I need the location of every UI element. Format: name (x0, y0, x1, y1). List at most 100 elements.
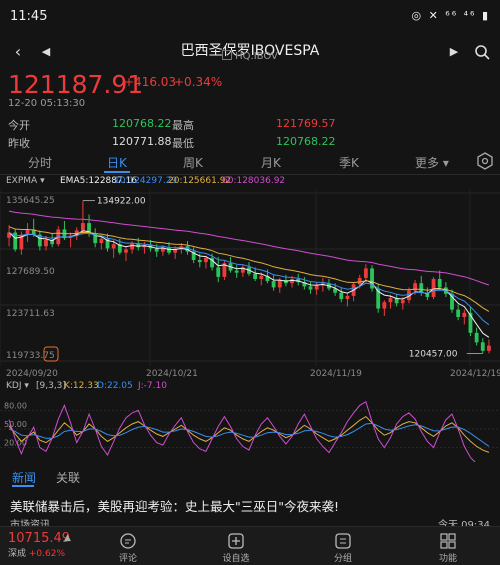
ema10-line (8, 232, 490, 326)
y-tick-label: 119733.75 (6, 351, 55, 361)
price-change-pct: +0.34% (174, 75, 223, 89)
settings-icon[interactable] (476, 152, 494, 170)
open-value: 120768.22 (112, 117, 172, 130)
status-bar: 11:45 ◎ ✕ ⁶⁶ ⁴⁶ ▮ (0, 0, 500, 34)
kdj-k-value: K:12.33 (64, 381, 99, 391)
max-price-label: 134922.00 (97, 197, 146, 207)
function-label: 功能 (438, 554, 457, 564)
candle-body (314, 285, 319, 290)
x-tick: 2024/10/21 (146, 369, 198, 379)
kdj-chart[interactable]: 80.00 50.00 20.00 (0, 394, 500, 467)
candle-body (234, 270, 239, 273)
y-tick-label: 123711.63 (6, 309, 55, 319)
period-tabs: 分时 日K 周K 月K 季K 更多 ▾ (0, 150, 500, 175)
candle-body (216, 267, 221, 277)
ticker-expand-icon[interactable]: ▲ (64, 533, 71, 543)
status-time: 11:45 (10, 9, 48, 24)
ticker-price: 10715.49 (8, 531, 71, 546)
tab-weekly[interactable]: 周K (183, 154, 203, 171)
kdj-tick-label: 80.00 (4, 401, 27, 410)
ticker-change: +0.62% (28, 549, 66, 559)
candle-body (388, 298, 393, 303)
bottom-bar: 10715.49 深成 +0.62% ▲ 评论 设自选 分组 功能 (0, 526, 500, 565)
last-price: 121187.91 (8, 70, 144, 99)
candle-body (339, 292, 344, 300)
x-tick: 2024/09/20 (6, 369, 58, 379)
indicator-name[interactable]: EXPMA ▾ (6, 176, 45, 186)
candle-body (204, 257, 208, 263)
candle-body (154, 248, 159, 252)
candle-body (480, 342, 485, 351)
kdj-name[interactable]: KDJ ▾ (6, 381, 29, 391)
tab-intraday[interactable]: 分时 (28, 154, 52, 171)
candle-body (130, 243, 135, 250)
low-label: 最低 (172, 137, 194, 150)
candle-body (111, 244, 116, 249)
news-tab-indicator (12, 485, 34, 487)
kdj-tick-label: 50.00 (4, 420, 27, 429)
candle-body (290, 279, 294, 284)
function-button[interactable]: 功能 (418, 532, 478, 564)
candle-body (382, 302, 387, 309)
candle-body (80, 223, 85, 231)
candle-body (99, 238, 104, 244)
candle-body (259, 275, 264, 280)
add-icon (228, 533, 244, 549)
x-tick: 2024/12/19 (450, 369, 500, 379)
group-label: 分组 (333, 554, 352, 564)
y-tick-label: 135645.25 (6, 196, 55, 206)
candle-body (44, 239, 48, 247)
add-watchlist-button[interactable]: 设自选 (206, 532, 266, 564)
candle-body (474, 332, 479, 343)
candlestick-chart[interactable]: 135645.25 127689.50 123711.63 119733.75 1349… (0, 189, 500, 366)
comment-icon (120, 533, 136, 549)
x-tick: 2024/11/19 (310, 369, 362, 379)
status-icons: ◎ ✕ ⁶⁶ ⁴⁶ ▮ (411, 9, 490, 22)
ema-legend: EXPMA ▾ EMA5:122887.16 10:124297.29 20:1… (0, 175, 500, 189)
tab-daily[interactable]: 日K (107, 154, 127, 171)
y-tick-label: 127689.50 (6, 267, 55, 277)
hq-badge-icon (222, 50, 233, 60)
low-value: 120768.22 (276, 135, 336, 148)
min-price-label: 120457.00 (409, 349, 458, 359)
add-watchlist-label: 设自选 (222, 554, 250, 564)
candle-body (462, 312, 467, 318)
tab-monthly[interactable]: 月K (261, 154, 281, 171)
tab-related[interactable]: 关联 (56, 469, 80, 486)
candlestick-svg: 135645.25 127689.50 123711.63 119733.75 1349… (0, 189, 500, 366)
group-button[interactable]: 分组 (313, 532, 373, 564)
candle-body (197, 259, 202, 263)
ticker-name: 深成 (8, 549, 27, 559)
candle-body (345, 295, 350, 300)
kdj-legend: KDJ ▾ [9,3,3] K:12.33 D:22.05 J:-7.10 (0, 381, 500, 394)
index-ticker[interactable]: 10715.49 深成 +0.62% (8, 531, 70, 559)
candle-body (253, 273, 258, 280)
quote-time: 12-20 05:13:30 (8, 98, 86, 109)
candle-body (363, 268, 368, 278)
comment-label: 评论 (118, 554, 137, 564)
news-headline[interactable]: 美联储暴击后，美股再迎考验：史上最大"三巫日"今夜来袭! (10, 496, 339, 515)
candle-body (437, 279, 442, 288)
kdj-d-value: D:22.05 (97, 381, 133, 391)
high-value: 121769.57 (276, 117, 336, 130)
candle-body (124, 249, 128, 253)
tab-active-indicator (104, 171, 130, 173)
kdj-params: [9,3,3] (36, 381, 66, 391)
kdj-svg: 80.0050.0020.00 (0, 400, 500, 467)
news-section: 新闻 关联 美联储暴击后，美股再迎考验：史上最大"三巫日"今夜来袭! 市场资讯 … (0, 466, 500, 531)
tab-quarterly[interactable]: 季K (339, 154, 359, 171)
tab-more[interactable]: 更多 ▾ (415, 154, 449, 171)
candle-body (308, 286, 313, 290)
tab-news[interactable]: 新闻 (12, 469, 36, 486)
kdj-j-value: J:-7.10 (138, 381, 167, 391)
candle-body (431, 279, 436, 297)
price-change: +416.03 (124, 75, 177, 89)
prev-close-label: 昨收 (8, 137, 30, 150)
candle-body (277, 280, 282, 288)
candle-body (357, 277, 362, 285)
ema60-value: 60:128036.92 (222, 176, 286, 186)
candle-body (487, 345, 491, 351)
comment-button[interactable]: 评论 (98, 532, 158, 564)
page-subtitle: HQ.IBOV (0, 50, 500, 62)
candle-body (271, 281, 276, 288)
